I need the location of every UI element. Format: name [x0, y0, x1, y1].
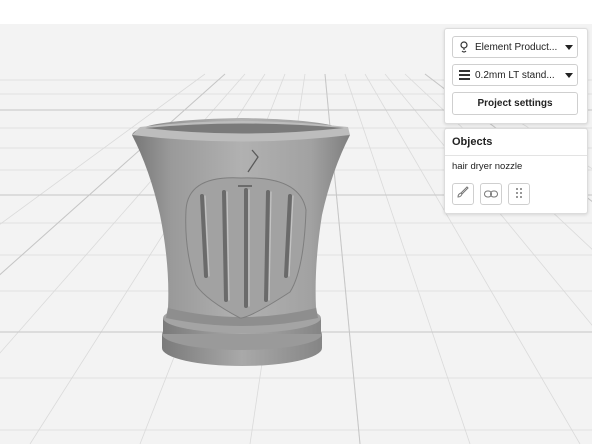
objects-panel: Objects hair dryer nozzle	[444, 128, 588, 214]
drag-tool-button[interactable]	[508, 183, 530, 205]
object-list-item[interactable]: hair dryer nozzle	[452, 161, 522, 172]
divider	[445, 155, 587, 156]
printer-dropdown[interactable]: Element Product...	[452, 36, 578, 58]
link-icon	[484, 185, 498, 203]
chevron-down-icon	[561, 44, 577, 50]
objects-title: Objects	[452, 136, 493, 148]
chevron-down-icon	[561, 72, 577, 78]
link-tool-button[interactable]	[480, 183, 502, 205]
printer-label: Element Product...	[475, 41, 558, 53]
paint-tool-button[interactable]	[452, 183, 474, 205]
printer-pin-icon	[453, 40, 475, 54]
project-settings-button[interactable]: Project settings	[452, 92, 578, 115]
paintbrush-icon	[457, 185, 469, 203]
drag-handle-icon	[516, 185, 522, 203]
profile-dropdown[interactable]: 0.2mm LT stand...	[452, 64, 578, 86]
profile-label: 0.2mm LT stand...	[475, 69, 555, 81]
top-bar-area	[0, 0, 592, 24]
print-settings-panel: Element Product... 0.2mm LT stand... Pro…	[444, 28, 588, 124]
layers-icon	[453, 70, 475, 80]
3d-viewport[interactable]: Element Product... 0.2mm LT stand... Pro…	[0, 0, 592, 444]
hair-dryer-nozzle-model[interactable]	[132, 118, 350, 366]
